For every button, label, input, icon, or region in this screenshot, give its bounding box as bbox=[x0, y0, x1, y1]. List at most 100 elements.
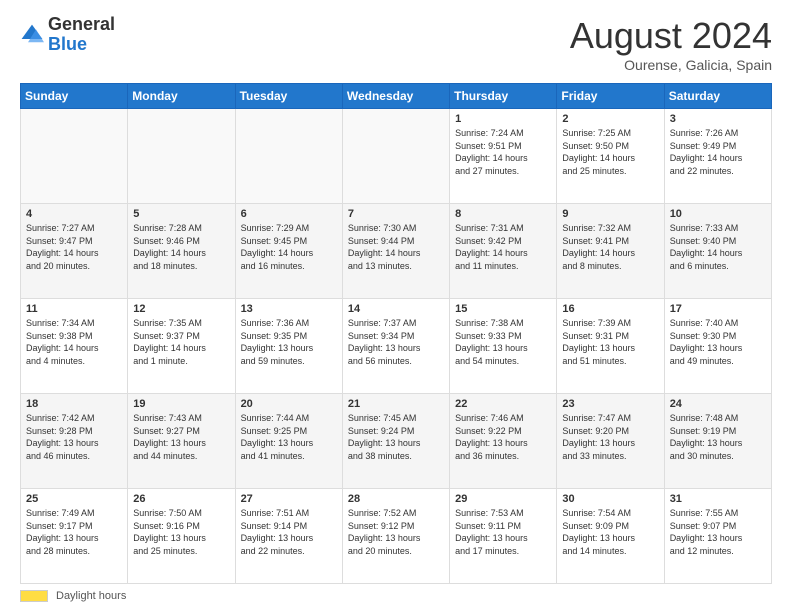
day-number: 22 bbox=[455, 398, 551, 410]
day-info: Sunrise: 7:37 AM Sunset: 9:34 PM Dayligh… bbox=[348, 317, 444, 367]
page: General Blue August 2024 Ourense, Galici… bbox=[0, 0, 792, 612]
day-number: 5 bbox=[133, 208, 229, 220]
day-info: Sunrise: 7:25 AM Sunset: 9:50 PM Dayligh… bbox=[562, 127, 658, 177]
calendar-header-thursday: Thursday bbox=[450, 84, 557, 109]
day-number: 3 bbox=[670, 113, 766, 125]
calendar-day: 25 Sunrise: 7:49 AM Sunset: 9:17 PM Dayli… bbox=[21, 489, 128, 584]
day-info: Sunrise: 7:31 AM Sunset: 9:42 PM Dayligh… bbox=[455, 222, 551, 272]
day-number: 10 bbox=[670, 208, 766, 220]
calendar-day: 11Sunrise: 7:34 AM Sunset: 9:38 PM Dayli… bbox=[21, 299, 128, 394]
calendar-day: 6 Sunrise: 7:29 AM Sunset: 9:45 PM Daylig… bbox=[235, 204, 342, 299]
calendar-header-friday: Friday bbox=[557, 84, 664, 109]
calendar-day bbox=[128, 109, 235, 204]
day-number: 31 bbox=[670, 493, 766, 505]
calendar-day: 9 Sunrise: 7:32 AM Sunset: 9:41 PM Daylig… bbox=[557, 204, 664, 299]
day-info: Sunrise: 7:54 AM Sunset: 9:09 PM Dayligh… bbox=[562, 507, 658, 557]
calendar-day: 2 Sunrise: 7:25 AM Sunset: 9:50 PM Daylig… bbox=[557, 109, 664, 204]
calendar-header-wednesday: Wednesday bbox=[342, 84, 449, 109]
day-number: 9 bbox=[562, 208, 658, 220]
day-number: 14 bbox=[348, 303, 444, 315]
day-info: Sunrise: 7:52 AM Sunset: 9:12 PM Dayligh… bbox=[348, 507, 444, 557]
day-info: Sunrise: 7:26 AM Sunset: 9:49 PM Dayligh… bbox=[670, 127, 766, 177]
day-number: 7 bbox=[348, 208, 444, 220]
logo-blue: Blue bbox=[48, 35, 115, 55]
calendar-day bbox=[21, 109, 128, 204]
logo: General Blue bbox=[20, 15, 115, 55]
calendar-day: 13Sunrise: 7:36 AM Sunset: 9:35 PM Dayli… bbox=[235, 299, 342, 394]
calendar-day: 17Sunrise: 7:40 AM Sunset: 9:30 PM Dayli… bbox=[664, 299, 771, 394]
calendar-day: 10Sunrise: 7:33 AM Sunset: 9:40 PM Dayli… bbox=[664, 204, 771, 299]
calendar-week-row: 4 Sunrise: 7:27 AM Sunset: 9:47 PM Daylig… bbox=[21, 204, 772, 299]
subtitle: Ourense, Galicia, Spain bbox=[570, 57, 772, 73]
day-info: Sunrise: 7:27 AM Sunset: 9:47 PM Dayligh… bbox=[26, 222, 122, 272]
calendar: SundayMondayTuesdayWednesdayThursdayFrid… bbox=[20, 83, 772, 584]
calendar-day: 12 Sunrise: 7:35 AM Sunset: 9:37 PM Dayli… bbox=[128, 299, 235, 394]
calendar-day: 30Sunrise: 7:54 AM Sunset: 9:09 PM Dayli… bbox=[557, 489, 664, 584]
day-info: Sunrise: 7:35 AM Sunset: 9:37 PM Dayligh… bbox=[133, 317, 229, 367]
calendar-day: 21 Sunrise: 7:45 AM Sunset: 9:24 PM Dayli… bbox=[342, 394, 449, 489]
day-number: 26 bbox=[133, 493, 229, 505]
calendar-week-row: 18 Sunrise: 7:42 AM Sunset: 9:28 PM Dayli… bbox=[21, 394, 772, 489]
day-number: 18 bbox=[26, 398, 122, 410]
day-number: 1 bbox=[455, 113, 551, 125]
calendar-week-row: 1 Sunrise: 7:24 AM Sunset: 9:51 PM Daylig… bbox=[21, 109, 772, 204]
calendar-header-saturday: Saturday bbox=[664, 84, 771, 109]
day-info: Sunrise: 7:47 AM Sunset: 9:20 PM Dayligh… bbox=[562, 412, 658, 462]
day-info: Sunrise: 7:50 AM Sunset: 9:16 PM Dayligh… bbox=[133, 507, 229, 557]
logo-text: General Blue bbox=[48, 15, 115, 55]
day-info: Sunrise: 7:48 AM Sunset: 9:19 PM Dayligh… bbox=[670, 412, 766, 462]
day-number: 27 bbox=[241, 493, 337, 505]
day-info: Sunrise: 7:32 AM Sunset: 9:41 PM Dayligh… bbox=[562, 222, 658, 272]
title-block: August 2024 Ourense, Galicia, Spain bbox=[570, 15, 772, 73]
day-number: 24 bbox=[670, 398, 766, 410]
calendar-day: 27 Sunrise: 7:51 AM Sunset: 9:14 PM Dayli… bbox=[235, 489, 342, 584]
calendar-day: 5 Sunrise: 7:28 AM Sunset: 9:46 PM Daylig… bbox=[128, 204, 235, 299]
day-number: 12 bbox=[133, 303, 229, 315]
day-info: Sunrise: 7:38 AM Sunset: 9:33 PM Dayligh… bbox=[455, 317, 551, 367]
day-info: Sunrise: 7:28 AM Sunset: 9:46 PM Dayligh… bbox=[133, 222, 229, 272]
day-number: 4 bbox=[26, 208, 122, 220]
day-number: 6 bbox=[241, 208, 337, 220]
daylight-label: Daylight hours bbox=[56, 590, 126, 602]
day-info: Sunrise: 7:42 AM Sunset: 9:28 PM Dayligh… bbox=[26, 412, 122, 462]
calendar-day: 14 Sunrise: 7:37 AM Sunset: 9:34 PM Dayli… bbox=[342, 299, 449, 394]
calendar-header-tuesday: Tuesday bbox=[235, 84, 342, 109]
day-number: 17 bbox=[670, 303, 766, 315]
day-info: Sunrise: 7:39 AM Sunset: 9:31 PM Dayligh… bbox=[562, 317, 658, 367]
day-info: Sunrise: 7:53 AM Sunset: 9:11 PM Dayligh… bbox=[455, 507, 551, 557]
day-number: 25 bbox=[26, 493, 122, 505]
calendar-header-monday: Monday bbox=[128, 84, 235, 109]
calendar-day: 22Sunrise: 7:46 AM Sunset: 9:22 PM Dayli… bbox=[450, 394, 557, 489]
day-number: 11 bbox=[26, 303, 122, 315]
main-title: August 2024 bbox=[570, 15, 772, 57]
day-number: 20 bbox=[241, 398, 337, 410]
calendar-day: 24 Sunrise: 7:48 AM Sunset: 9:19 PM Dayli… bbox=[664, 394, 771, 489]
calendar-day: 3 Sunrise: 7:26 AM Sunset: 9:49 PM Daylig… bbox=[664, 109, 771, 204]
day-info: Sunrise: 7:24 AM Sunset: 9:51 PM Dayligh… bbox=[455, 127, 551, 177]
logo-general: General bbox=[48, 15, 115, 35]
calendar-day: 19Sunrise: 7:43 AM Sunset: 9:27 PM Dayli… bbox=[128, 394, 235, 489]
calendar-day: 16 Sunrise: 7:39 AM Sunset: 9:31 PM Dayli… bbox=[557, 299, 664, 394]
day-number: 21 bbox=[348, 398, 444, 410]
logo-icon bbox=[20, 23, 44, 47]
day-number: 2 bbox=[562, 113, 658, 125]
day-info: Sunrise: 7:44 AM Sunset: 9:25 PM Dayligh… bbox=[241, 412, 337, 462]
day-info: Sunrise: 7:29 AM Sunset: 9:45 PM Dayligh… bbox=[241, 222, 337, 272]
day-info: Sunrise: 7:49 AM Sunset: 9:17 PM Dayligh… bbox=[26, 507, 122, 557]
calendar-day: 8 Sunrise: 7:31 AM Sunset: 9:42 PM Daylig… bbox=[450, 204, 557, 299]
calendar-day: 1 Sunrise: 7:24 AM Sunset: 9:51 PM Daylig… bbox=[450, 109, 557, 204]
calendar-day: 28 Sunrise: 7:52 AM Sunset: 9:12 PM Dayli… bbox=[342, 489, 449, 584]
calendar-header-sunday: Sunday bbox=[21, 84, 128, 109]
day-info: Sunrise: 7:55 AM Sunset: 9:07 PM Dayligh… bbox=[670, 507, 766, 557]
calendar-week-row: 25 Sunrise: 7:49 AM Sunset: 9:17 PM Dayli… bbox=[21, 489, 772, 584]
day-info: Sunrise: 7:45 AM Sunset: 9:24 PM Dayligh… bbox=[348, 412, 444, 462]
day-number: 8 bbox=[455, 208, 551, 220]
day-number: 28 bbox=[348, 493, 444, 505]
day-number: 16 bbox=[562, 303, 658, 315]
calendar-day: 29Sunrise: 7:53 AM Sunset: 9:11 PM Dayli… bbox=[450, 489, 557, 584]
calendar-day: 15Sunrise: 7:38 AM Sunset: 9:33 PM Dayli… bbox=[450, 299, 557, 394]
day-info: Sunrise: 7:51 AM Sunset: 9:14 PM Dayligh… bbox=[241, 507, 337, 557]
calendar-day: 7Sunrise: 7:30 AM Sunset: 9:44 PM Daylig… bbox=[342, 204, 449, 299]
day-number: 23 bbox=[562, 398, 658, 410]
day-info: Sunrise: 7:36 AM Sunset: 9:35 PM Dayligh… bbox=[241, 317, 337, 367]
